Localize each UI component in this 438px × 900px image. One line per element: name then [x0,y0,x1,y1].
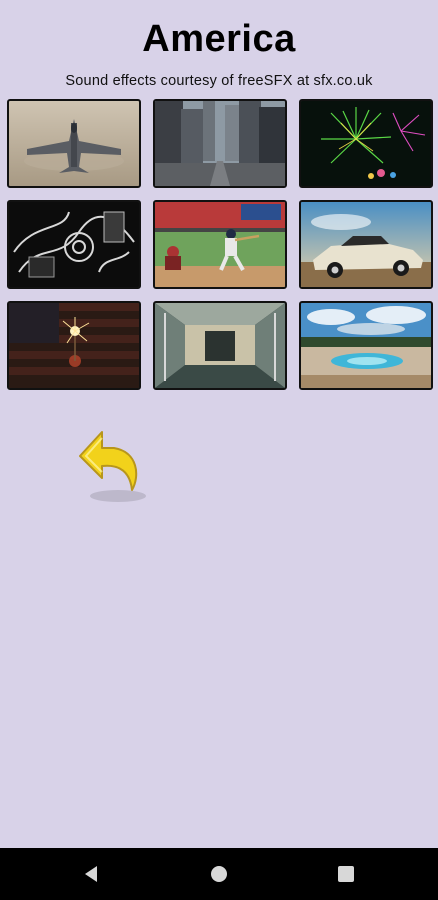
fireworks-image [301,101,431,186]
fighter-jet-image [9,101,139,186]
tile-subway-train[interactable] [153,301,287,390]
page-title: America [142,18,296,60]
back-arrow-icon [79,431,146,502]
city-street-image [155,101,285,186]
tile-classic-car[interactable] [299,200,433,289]
hot-spring-image [301,303,431,388]
tile-baseball[interactable] [153,200,287,289]
baseball-image [155,202,285,287]
subway-train-image [155,303,285,388]
tile-hot-spring[interactable] [299,301,433,390]
classic-car-image [301,202,431,287]
back-button[interactable] [74,422,154,512]
tile-sparkler-flag[interactable] [7,301,141,390]
tile-fighter-jet[interactable] [7,99,141,188]
sparkler-flag-image [9,303,139,388]
engine-image [9,202,139,287]
tile-city-street[interactable] [153,99,287,188]
credits-text: Sound effects courtesy of freeSFX at sfx… [65,73,373,89]
tile-fireworks[interactable] [299,99,433,188]
system-navigation-bar [0,848,438,900]
nav-back-icon[interactable] [80,862,104,886]
tile-engine[interactable] [7,200,141,289]
nav-recents-icon[interactable] [334,862,358,886]
nav-home-icon[interactable] [207,862,231,886]
